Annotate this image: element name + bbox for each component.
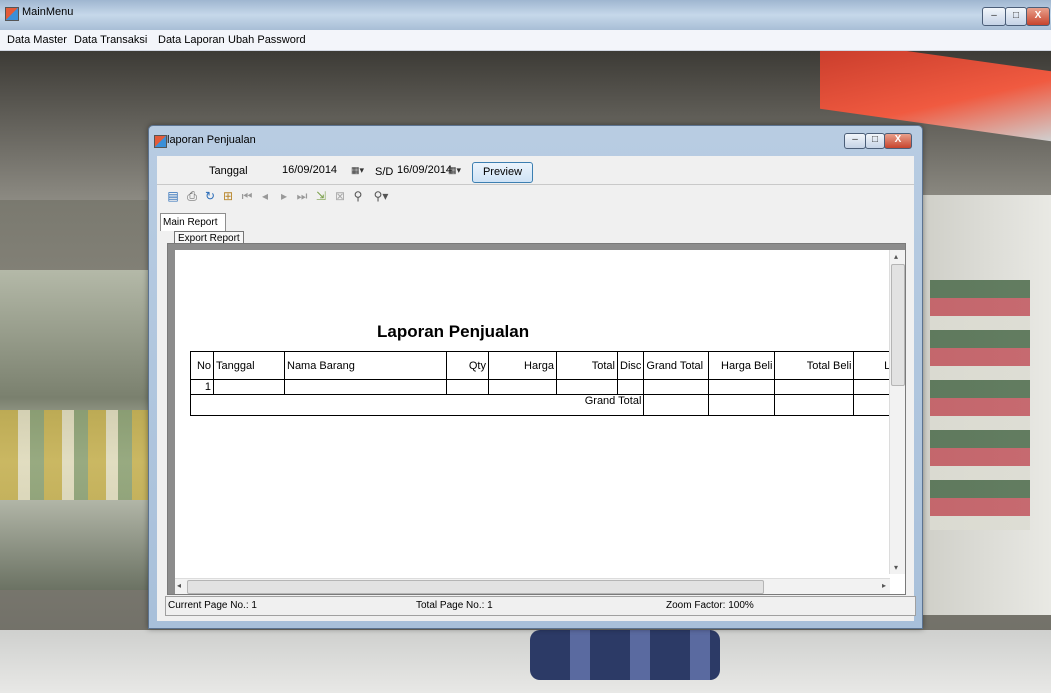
refresh-icon[interactable]: ↻ (202, 188, 218, 204)
export-icon[interactable]: ▤ (165, 188, 181, 204)
child-minimize-button[interactable]: – (844, 133, 866, 149)
menubar: Data Master Data Transaksi Data Laporan … (0, 30, 1051, 51)
main-window-title: MainMenu (22, 6, 74, 18)
col-qty: Qty (446, 351, 489, 380)
vertical-scroll-thumb[interactable] (891, 264, 905, 386)
scroll-left-icon[interactable]: ◂ (177, 581, 181, 590)
print-icon[interactable]: ⎙ (184, 188, 200, 204)
first-page-icon[interactable]: ⏮ (239, 188, 255, 204)
goto-page-icon[interactable]: ⇲ (313, 188, 329, 204)
cell (488, 379, 557, 395)
main-window-titlebar: MainMenu – □ X (0, 0, 1051, 30)
cell (446, 379, 489, 395)
status-bar: Current Page No.: 1 Total Page No.: 1 Zo… (165, 596, 916, 616)
search-icon[interactable]: ⚲ (350, 188, 366, 204)
report-title: Laporan Penjualan (377, 322, 530, 341)
cell (708, 379, 776, 395)
col-total-beli: Total Beli (774, 351, 855, 380)
tanggal-label: Tanggal (209, 165, 248, 177)
horizontal-scroll-thumb[interactable] (187, 580, 764, 594)
app-icon (5, 7, 19, 21)
calendar-dropdown-icon[interactable]: ▦▾ (351, 164, 371, 176)
report-table: No Tanggal Nama Barang Qty Harga Total D… (189, 351, 900, 416)
date-from-value: 16/09/2014 (282, 164, 338, 176)
close-button[interactable]: X (1026, 7, 1050, 26)
cell (774, 379, 855, 395)
col-harga: Harga (488, 351, 557, 380)
date-from-picker[interactable]: 16/09/2014 ▦▾ (282, 161, 372, 179)
total-page-status: Total Page No.: 1 (416, 600, 493, 611)
prev-page-icon[interactable]: ◂ (257, 188, 273, 204)
cell (708, 394, 776, 416)
table-header-row: No Tanggal Nama Barang Qty Harga Total D… (190, 351, 900, 380)
menu-data-laporan[interactable]: Data Laporan (158, 34, 225, 46)
horizontal-scrollbar[interactable]: ◂ ▸ (175, 578, 890, 594)
scroll-up-icon[interactable]: ▴ (894, 252, 898, 261)
zoom-icon[interactable]: ⚲▾ (369, 188, 393, 204)
col-tanggal: Tanggal (213, 351, 285, 380)
current-page-status: Current Page No.: 1 (168, 600, 257, 611)
col-harga-beli: Harga Beli (708, 351, 776, 380)
report-window: laporan Penjualan – □ X Tanggal 16/09/20… (148, 125, 923, 629)
zoom-status: Zoom Factor: 100% (666, 600, 754, 611)
date-to-value: 16/09/2014 (397, 164, 453, 176)
grand-total-value (643, 394, 710, 416)
grand-total-row: Grand Total (189, 394, 900, 416)
table-row: 1 (190, 379, 900, 395)
window-icon (154, 135, 167, 148)
date-to-picker[interactable]: 16/09/2014 ▦▾ (397, 161, 469, 179)
next-page-icon[interactable]: ▸ (276, 188, 292, 204)
col-nama-barang: Nama Barang (284, 351, 447, 380)
group-tree-icon[interactable]: ⊞ (220, 188, 236, 204)
tab-main-report[interactable]: Main Report (160, 213, 226, 231)
sd-separator: S/D (375, 166, 394, 178)
preview-button[interactable]: Preview (472, 162, 533, 183)
menu-ubah-password[interactable]: Ubah Password (228, 34, 306, 46)
cell-no: 1 (190, 379, 214, 395)
minimize-button[interactable]: – (982, 7, 1006, 26)
cell (774, 394, 855, 416)
col-total: Total (556, 351, 618, 380)
cell (213, 379, 285, 395)
child-maximize-button[interactable]: □ (865, 133, 885, 149)
report-toolbar: ▤ ⎙ ↻ ⊞ ⏮ ◂ ▸ ⏭ ⇲ ⊠ ⚲ ⚲▾ (157, 184, 914, 209)
maximize-button[interactable]: □ (1005, 7, 1027, 26)
stop-icon[interactable]: ⊠ (332, 188, 348, 204)
scroll-right-icon[interactable]: ▸ (882, 581, 886, 590)
col-grand-total: Grand Total (643, 351, 710, 380)
child-close-button[interactable]: X (884, 133, 912, 149)
calendar-dropdown-icon[interactable]: ▦▾ (448, 164, 468, 176)
report-window-client: Tanggal 16/09/2014 ▦▾ S/D 16/09/2014 ▦▾ … (157, 156, 916, 621)
scroll-down-icon[interactable]: ▾ (894, 563, 898, 572)
last-page-icon[interactable]: ⏭ (294, 188, 310, 204)
cell (284, 379, 447, 395)
report-window-title: laporan Penjualan (167, 134, 256, 146)
col-disc: Disc (616, 351, 645, 380)
cell (556, 379, 618, 395)
cell (616, 379, 645, 395)
menu-data-transaksi[interactable]: Data Transaksi (74, 34, 147, 46)
vertical-scrollbar[interactable]: ▴ ▾ (889, 250, 905, 574)
report-viewer: Laporan Penjualan No Tanggal Nama Barang… (167, 243, 906, 595)
col-no: No (190, 351, 214, 380)
grand-total-label: Grand Total (189, 394, 645, 416)
menu-data-master[interactable]: Data Master (7, 34, 67, 46)
cell (643, 379, 710, 395)
